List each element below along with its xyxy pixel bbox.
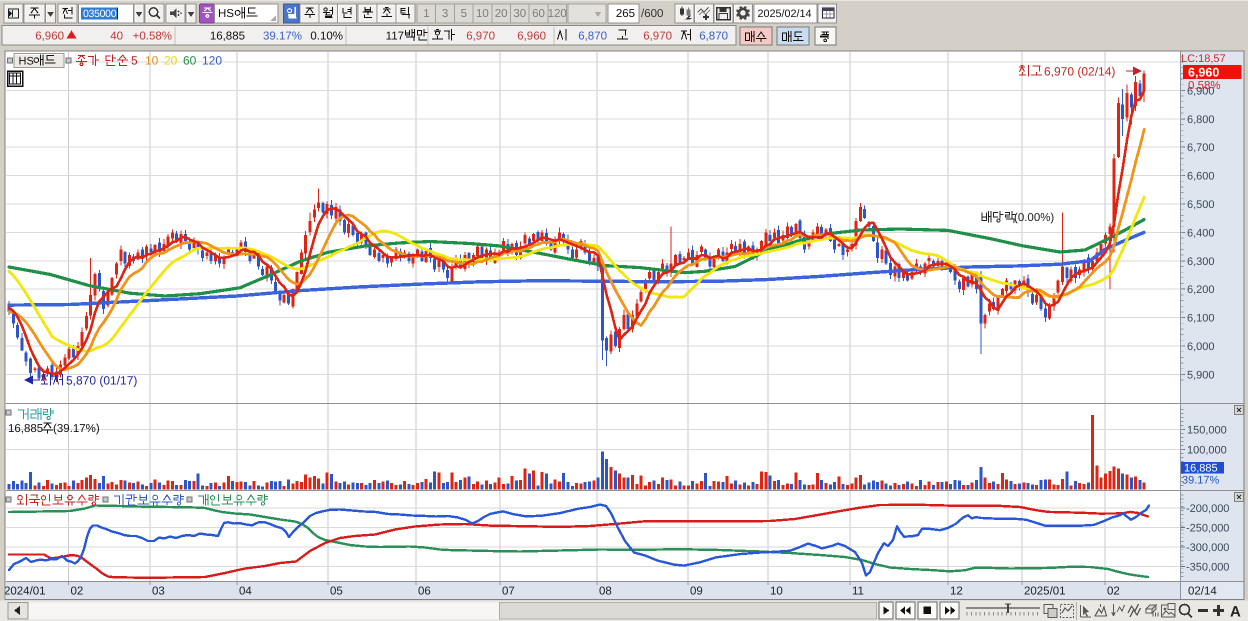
svg-text:6,400: 6,400 bbox=[1187, 227, 1215, 239]
svg-text:LC:18,57: LC:18,57 bbox=[1181, 53, 1226, 65]
svg-text:39.17%: 39.17% bbox=[263, 31, 302, 43]
svg-text:(0.00%): (0.00%) bbox=[1014, 212, 1054, 224]
svg-text:05: 05 bbox=[330, 586, 343, 598]
svg-text:6,960: 6,960 bbox=[1188, 66, 1219, 80]
svg-text:2025/02/14: 2025/02/14 bbox=[758, 8, 812, 20]
svg-text:6,200: 6,200 bbox=[1187, 284, 1215, 296]
svg-text:20: 20 bbox=[164, 54, 178, 68]
svg-text:6,100: 6,100 bbox=[1187, 313, 1215, 325]
svg-text:120: 120 bbox=[548, 8, 567, 20]
svg-text:6,970: 6,970 bbox=[466, 31, 495, 43]
svg-text:-250,000: -250,000 bbox=[1186, 523, 1229, 535]
svg-text:02: 02 bbox=[1107, 586, 1120, 598]
svg-text:6,870: 6,870 bbox=[699, 31, 728, 43]
svg-text:6,700: 6,700 bbox=[1187, 142, 1215, 154]
svg-text:+0.58%: +0.58% bbox=[133, 31, 172, 43]
svg-text:20: 20 bbox=[495, 8, 508, 20]
svg-text:6,800: 6,800 bbox=[1187, 114, 1215, 126]
svg-text:0.58%: 0.58% bbox=[1188, 80, 1221, 92]
svg-text:08: 08 bbox=[599, 586, 612, 598]
svg-text:120: 120 bbox=[202, 54, 222, 68]
svg-text:60: 60 bbox=[532, 8, 545, 20]
svg-text:117: 117 bbox=[386, 31, 404, 43]
svg-text:5: 5 bbox=[131, 54, 138, 68]
svg-text:12: 12 bbox=[950, 586, 963, 598]
svg-text:40: 40 bbox=[110, 31, 123, 43]
svg-text:(39.17%): (39.17%) bbox=[53, 423, 100, 435]
svg-text:1: 1 bbox=[423, 8, 429, 20]
svg-text:6,960: 6,960 bbox=[517, 31, 546, 43]
svg-text:02/14: 02/14 bbox=[1188, 586, 1217, 598]
svg-text:5: 5 bbox=[461, 8, 467, 20]
svg-text:16,885: 16,885 bbox=[1184, 463, 1218, 475]
svg-text:-350,000: -350,000 bbox=[1186, 561, 1229, 573]
svg-text:30: 30 bbox=[513, 8, 526, 20]
svg-text:-300,000: -300,000 bbox=[1186, 542, 1229, 554]
svg-text:5,870 (01/17): 5,870 (01/17) bbox=[66, 374, 137, 388]
svg-text:60: 60 bbox=[183, 54, 197, 68]
svg-text:10: 10 bbox=[476, 8, 489, 20]
svg-text:04: 04 bbox=[239, 586, 252, 598]
svg-text:10: 10 bbox=[145, 54, 159, 68]
svg-text:2025/01: 2025/01 bbox=[1024, 586, 1066, 598]
svg-text:11: 11 bbox=[852, 586, 864, 598]
svg-text:3: 3 bbox=[442, 8, 448, 20]
svg-text:07: 07 bbox=[502, 586, 515, 598]
svg-text:10: 10 bbox=[770, 586, 783, 598]
svg-text:5,900: 5,900 bbox=[1187, 369, 1215, 381]
svg-text:HS: HS bbox=[19, 56, 34, 68]
svg-text:16,885: 16,885 bbox=[210, 31, 245, 43]
svg-text:6,000: 6,000 bbox=[1187, 341, 1215, 353]
svg-text:150,000: 150,000 bbox=[1187, 425, 1227, 437]
svg-text:6,300: 6,300 bbox=[1187, 256, 1215, 268]
svg-text:6,970: 6,970 bbox=[643, 31, 672, 43]
svg-text:/600: /600 bbox=[641, 8, 663, 20]
svg-text:09: 09 bbox=[690, 586, 703, 598]
svg-text:02: 02 bbox=[71, 586, 84, 598]
svg-text:2024/01: 2024/01 bbox=[4, 586, 46, 598]
svg-text:16,885: 16,885 bbox=[8, 423, 43, 435]
svg-text:6,960: 6,960 bbox=[35, 31, 64, 43]
svg-text:HS: HS bbox=[218, 8, 234, 20]
svg-text:A: A bbox=[1230, 604, 1241, 621]
svg-text:100,000: 100,000 bbox=[1187, 445, 1227, 457]
svg-text:0.10%: 0.10% bbox=[310, 31, 343, 43]
svg-text:265: 265 bbox=[616, 8, 635, 20]
svg-text:39.17%: 39.17% bbox=[1182, 475, 1220, 487]
svg-text:6,870: 6,870 bbox=[578, 31, 607, 43]
svg-text:6,970 (02/14): 6,970 (02/14) bbox=[1044, 65, 1115, 79]
svg-text:03: 03 bbox=[152, 586, 165, 598]
svg-text:6,500: 6,500 bbox=[1187, 199, 1215, 211]
svg-text:-200,000: -200,000 bbox=[1186, 503, 1229, 515]
svg-text:035000: 035000 bbox=[83, 8, 117, 20]
svg-text:6,600: 6,600 bbox=[1187, 171, 1215, 183]
svg-text:06: 06 bbox=[418, 586, 431, 598]
